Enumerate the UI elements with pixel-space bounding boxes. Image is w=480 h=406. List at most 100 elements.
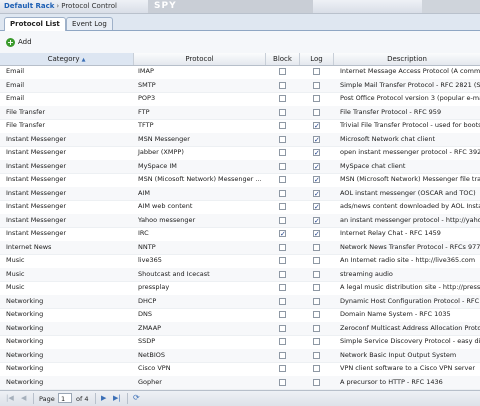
table-row[interactable]: Instant Messenger AIM AOL instant messenge…	[0, 186, 480, 201]
block-checkbox[interactable]	[279, 122, 286, 129]
block-checkbox[interactable]	[279, 81, 286, 89]
log-checkbox[interactable]	[313, 378, 320, 386]
log-checkbox[interactable]	[313, 257, 320, 264]
tab-bar: Protocol List Event Log	[0, 14, 480, 31]
table-row[interactable]: Networking DHCP Dynamic Host Configuration…	[0, 294, 480, 309]
block-checkbox[interactable]	[279, 95, 286, 102]
log-checkbox[interactable]	[313, 95, 320, 102]
block-checkbox[interactable]	[279, 365, 286, 372]
category-cell: Music	[6, 256, 25, 264]
log-checkbox[interactable]	[313, 243, 320, 251]
block-checkbox[interactable]	[279, 216, 286, 224]
first-page-icon[interactable]: |◀	[6, 394, 14, 402]
block-cell	[266, 322, 300, 336]
log-checkbox[interactable]	[313, 134, 320, 146]
table-row[interactable]: Instant Messenger MySpace IM MySpace chat …	[0, 159, 480, 174]
category-cell: Music	[6, 283, 25, 291]
breadcrumb-rack-link[interactable]: Default Rack	[4, 2, 54, 10]
log-checkbox[interactable]	[313, 351, 320, 359]
table-row[interactable]: Networking SSDP Simple Service Discovery P…	[0, 335, 480, 350]
block-checkbox[interactable]	[279, 68, 286, 75]
log-cell	[300, 362, 334, 376]
column-header-category[interactable]: Category ▲	[0, 53, 134, 65]
table-row[interactable]: Music Shoutcast and Icecast streaming audi…	[0, 267, 480, 282]
pager-divider	[95, 393, 96, 404]
log-checkbox[interactable]	[313, 365, 320, 372]
table-row[interactable]: Instant Messenger IRC Internet Relay Chat …	[0, 227, 480, 242]
block-checkbox[interactable]	[279, 270, 286, 278]
block-checkbox[interactable]	[279, 135, 286, 143]
log-checkbox[interactable]	[313, 297, 320, 305]
page-number-input[interactable]: 1	[58, 393, 72, 403]
log-checkbox[interactable]	[313, 284, 320, 291]
log-checkbox[interactable]	[313, 147, 320, 160]
block-checkbox[interactable]	[279, 297, 286, 305]
description-cell: File Transfer Protocol - RFC 959	[340, 107, 442, 116]
log-checkbox[interactable]	[313, 201, 320, 214]
table-row[interactable]: Networking NetBIOS Network Basic Input Out…	[0, 348, 480, 363]
table-row[interactable]: Networking ZMAAP Zeroconf Multicast Addres…	[0, 321, 480, 336]
previous-page-icon[interactable]: ◀	[21, 394, 26, 402]
log-checkbox[interactable]	[313, 215, 320, 227]
block-checkbox[interactable]	[279, 162, 286, 170]
log-checkbox[interactable]	[313, 68, 320, 75]
last-page-icon[interactable]: ▶|	[113, 394, 121, 402]
log-checkbox[interactable]	[313, 270, 320, 278]
table-row[interactable]: Email POP3 Post Office Protocol version 3 …	[0, 92, 480, 107]
block-checkbox[interactable]	[279, 176, 286, 183]
protocol-cell: TFTP	[138, 121, 154, 129]
log-checkbox[interactable]	[313, 81, 320, 89]
table-row[interactable]: Music pressplay A legal music distribution…	[0, 281, 480, 296]
table-row[interactable]: Instant Messenger AIM web content ads/news…	[0, 200, 480, 215]
column-header-description[interactable]: Description	[334, 53, 480, 65]
table-row[interactable]: Internet News NNTP Network News Transfer P…	[0, 240, 480, 255]
log-checkbox[interactable]	[313, 338, 320, 345]
table-row[interactable]: Instant Messenger MSN Messenger Microsoft …	[0, 132, 480, 147]
block-checkbox[interactable]	[279, 228, 286, 241]
block-checkbox[interactable]	[279, 243, 286, 251]
log-checkbox[interactable]	[313, 161, 320, 173]
log-checkbox[interactable]	[313, 324, 320, 332]
block-checkbox[interactable]	[279, 203, 286, 210]
block-checkbox[interactable]	[279, 324, 286, 332]
table-row[interactable]: Networking Cisco VPN VPN client software t…	[0, 362, 480, 377]
table-row[interactable]: Networking DNS Domain Name System - RFC 10…	[0, 308, 480, 323]
refresh-icon[interactable]: ⟳	[133, 393, 140, 402]
column-header-block[interactable]: Block	[266, 53, 300, 65]
tab-event-log[interactable]: Event Log	[66, 17, 113, 30]
table-row[interactable]: File Transfer FTP File Transfer Protocol -…	[0, 105, 480, 120]
block-checkbox[interactable]	[279, 189, 286, 197]
log-checkbox[interactable]	[313, 108, 320, 116]
protocol-cell: NetBIOS	[138, 350, 166, 359]
block-checkbox[interactable]	[279, 378, 286, 386]
add-button[interactable]: + Add	[6, 36, 32, 48]
block-checkbox[interactable]	[279, 338, 286, 345]
block-checkbox[interactable]	[279, 108, 286, 116]
log-cell	[300, 308, 334, 322]
block-checkbox[interactable]	[279, 284, 286, 291]
log-checkbox[interactable]	[313, 188, 320, 200]
log-checkbox[interactable]	[313, 120, 320, 133]
column-header-log[interactable]: Log	[300, 53, 334, 65]
table-row[interactable]: Networking Gopher A precursor to HTTP - RF…	[0, 375, 480, 390]
column-header-protocol[interactable]: Protocol	[134, 53, 266, 65]
plus-circle-icon: +	[6, 37, 15, 47]
block-checkbox[interactable]	[279, 257, 286, 264]
table-row[interactable]: Email IMAP Internet Message Access Protoco…	[0, 65, 480, 80]
table-row[interactable]: Music live365 An Internet radio site - htt…	[0, 254, 480, 269]
log-checkbox[interactable]	[313, 311, 320, 318]
log-cell	[300, 335, 334, 349]
table-row[interactable]: File Transfer TFTP Trivial File Transfer P…	[0, 119, 480, 134]
next-page-icon[interactable]: ▶	[101, 394, 106, 402]
log-checkbox[interactable]	[313, 174, 320, 187]
table-row[interactable]: Instant Messenger MSN (Micosoft Network) …	[0, 173, 480, 188]
table-row[interactable]: Instant Messenger Yahoo messenger an insta…	[0, 213, 480, 228]
table-row[interactable]: Email SMTP Simple Mail Transfer Protocol -…	[0, 78, 480, 93]
table-row[interactable]: Instant Messenger Jabber (XMPP) open insta…	[0, 146, 480, 161]
tab-protocol-list[interactable]: Protocol List	[4, 17, 66, 31]
category-cell: Instant Messenger	[6, 188, 66, 197]
log-checkbox[interactable]	[313, 228, 320, 241]
block-checkbox[interactable]	[279, 311, 286, 318]
block-checkbox[interactable]	[279, 149, 286, 156]
block-checkbox[interactable]	[279, 351, 286, 359]
